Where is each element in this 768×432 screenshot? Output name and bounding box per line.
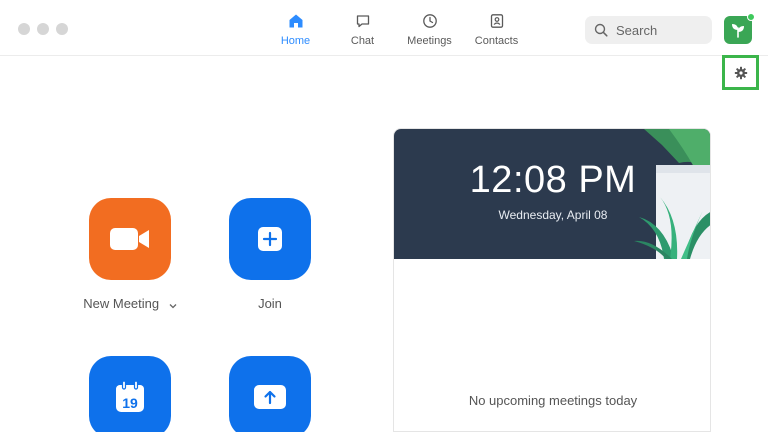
tab-meetings-label: Meetings	[407, 35, 452, 47]
window-controls	[18, 23, 68, 35]
settings-button[interactable]	[722, 55, 759, 90]
current-time: 12:08 PM	[469, 159, 637, 201]
no-meetings-message: No upcoming meetings today	[468, 393, 638, 408]
tab-contacts-label: Contacts	[474, 35, 519, 47]
tab-meetings[interactable]: Meetings	[396, 12, 463, 47]
leaf-icon	[732, 24, 744, 38]
plus-icon	[258, 227, 282, 251]
current-date: Wednesday, April 08	[498, 208, 608, 222]
clock-banner: 12:08 PM Wednesday, April 08	[394, 129, 710, 259]
tab-chat-label: Chat	[350, 35, 375, 47]
join-label: Join	[258, 296, 282, 311]
top-bar: Home Chat Meetings Contacts	[0, 0, 768, 56]
search-icon	[594, 23, 608, 37]
close-window-button[interactable]	[18, 23, 30, 35]
tab-chat[interactable]: Chat	[329, 12, 396, 47]
home-icon	[287, 12, 305, 30]
tab-home[interactable]: Home	[262, 12, 329, 47]
schedule-button[interactable]: 19	[89, 356, 171, 432]
tab-home-label: Home	[280, 35, 311, 47]
main-nav: Home Chat Meetings Contacts	[262, 12, 530, 47]
gear-icon	[734, 66, 747, 79]
upload-arrow-icon	[254, 385, 286, 409]
calendar-icon: 19	[116, 380, 144, 412]
contacts-icon	[488, 12, 506, 30]
new-meeting-label-row[interactable]: New Meeting	[60, 296, 200, 312]
online-status-dot	[747, 13, 755, 21]
chat-icon	[354, 12, 372, 30]
upcoming-meetings-panel: 12:08 PM Wednesday, April 08 No upcoming…	[393, 128, 711, 432]
new-meeting-label: New Meeting	[83, 296, 160, 311]
search-input[interactable]	[616, 22, 706, 38]
join-button[interactable]	[229, 198, 311, 280]
share-screen-button[interactable]	[229, 356, 311, 432]
video-camera-icon	[110, 228, 149, 250]
search-box[interactable]	[585, 16, 712, 44]
new-meeting-button[interactable]	[89, 198, 171, 280]
avatar[interactable]	[724, 13, 755, 44]
calendar-day: 19	[122, 395, 138, 411]
tab-contacts[interactable]: Contacts	[463, 12, 530, 47]
chevron-down-icon[interactable]	[169, 297, 177, 312]
clock-icon	[421, 12, 439, 30]
minimize-window-button[interactable]	[37, 23, 49, 35]
maximize-window-button[interactable]	[56, 23, 68, 35]
